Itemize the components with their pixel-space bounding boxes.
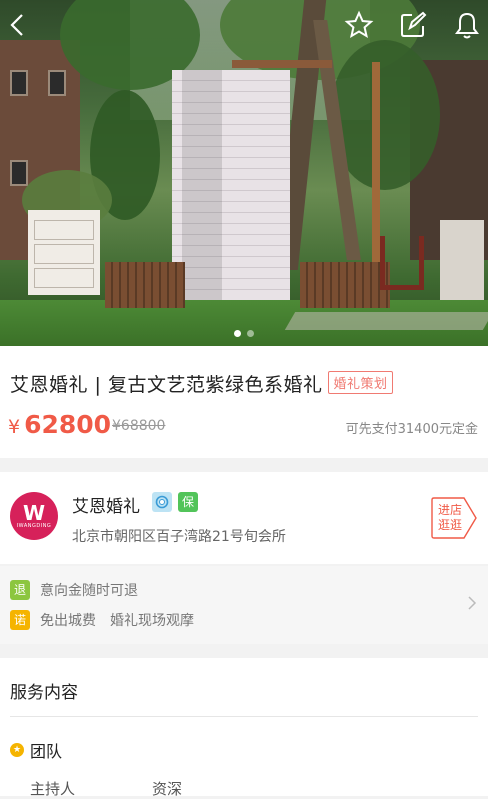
chevron-left-icon xyxy=(10,14,23,36)
shop-logo-letter: W xyxy=(22,501,46,525)
product-title: 艾恩婚礼 | 复古文艺范紫绿色系婚礼 婚礼策划 xyxy=(10,370,393,397)
service-content-card: 服务内容 ★ 团队 主持人 资深 xyxy=(0,658,488,798)
product-tag: 婚礼策划 xyxy=(328,371,393,394)
diamond-icon xyxy=(155,495,169,509)
product-title-text: 艾恩婚礼 | 复古文艺范紫绿色系婚礼 xyxy=(10,374,323,396)
guarantee-badge: 保 xyxy=(178,492,198,512)
promise-item: 婚礼现场观摩 xyxy=(110,613,194,629)
hero-music-banner xyxy=(172,70,290,305)
star-badge-icon: ★ xyxy=(10,743,24,757)
hero-arch-post xyxy=(372,62,380,262)
notification-button[interactable] xyxy=(452,10,482,40)
service-title: 服务内容 xyxy=(10,683,78,703)
carousel-indicator xyxy=(0,330,488,337)
product-info-card: 艾恩婚礼 | 复古文艺范紫绿色系婚礼 婚礼策划 ¥62800 ¥68800 可先支… xyxy=(0,346,488,458)
share-button[interactable] xyxy=(398,10,428,40)
favorite-button[interactable] xyxy=(344,10,374,40)
product-price: ¥62800 xyxy=(8,410,111,439)
shop-logo-sub: IWANGDING xyxy=(16,523,52,529)
service-promises[interactable]: 退 意向金随时可退 诺 免出城费 婚礼现场观摩 xyxy=(0,566,488,644)
hero-fence xyxy=(105,262,185,308)
carousel-dot[interactable] xyxy=(234,330,241,337)
shop-address: 北京市朝阳区百子湾路21号旬会所 xyxy=(72,529,286,545)
hero-photo[interactable] xyxy=(0,0,488,346)
promise-commit-row: 诺 免出城费 婚礼现场观摩 xyxy=(10,610,208,630)
chevron-right-icon xyxy=(468,596,477,610)
hero-chair xyxy=(380,236,424,290)
back-button[interactable] xyxy=(4,10,34,40)
price-value: 62800 xyxy=(24,410,112,439)
team-section: ★ 团队 xyxy=(10,738,62,762)
divider xyxy=(10,716,478,717)
team-label: 团队 xyxy=(30,742,63,761)
diamond-badge-icon xyxy=(152,492,172,512)
hero-arch-beam xyxy=(232,60,332,68)
currency-symbol: ¥ xyxy=(8,416,21,438)
enter-shop-label-2: 逛逛 xyxy=(437,518,462,532)
original-price: ¥68800 xyxy=(112,418,166,434)
star-icon xyxy=(344,10,374,39)
carousel-dot[interactable] xyxy=(247,330,254,337)
bell-icon xyxy=(455,12,479,39)
share-edit-icon xyxy=(401,11,427,37)
enter-shop-button[interactable]: 进店 逛逛 xyxy=(430,496,478,540)
hero-fence xyxy=(300,262,390,308)
hero-side-table xyxy=(440,220,484,300)
refund-text: 意向金随时可退 xyxy=(40,583,138,599)
shop-logo[interactable]: W IWANGDING xyxy=(10,492,58,540)
promise-item: 免出城费 xyxy=(40,613,96,629)
shop-card[interactable]: W IWANGDING 艾恩婚礼 保 北京市朝阳区百子湾路21号旬会所 进店 逛… xyxy=(0,472,488,564)
promise-refund-row: 退 意向金随时可退 xyxy=(10,580,152,600)
refund-badge: 退 xyxy=(10,580,30,600)
shop-name[interactable]: 艾恩婚礼 xyxy=(72,492,140,517)
hero-path xyxy=(284,312,488,330)
deposit-note: 可先支付31400元定金 xyxy=(345,422,478,437)
promise-badge: 诺 xyxy=(10,610,30,630)
hero-dresser xyxy=(28,210,100,295)
enter-shop-label-1: 进店 xyxy=(437,503,462,517)
